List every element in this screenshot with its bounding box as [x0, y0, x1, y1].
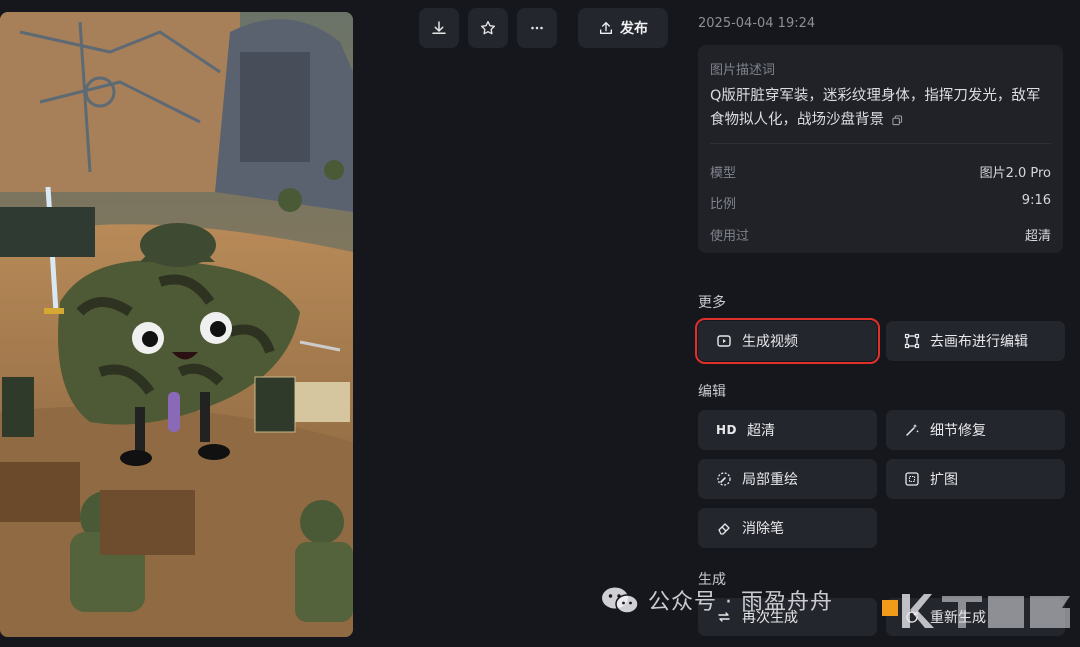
hd-icon: HD: [716, 423, 738, 437]
image-detail-view: 发布 2025-04-04 19:24 图片描述词 Q版肝脏穿军装，迷彩纹理身体…: [0, 0, 1080, 647]
download-icon: [432, 21, 446, 34]
card-divider: [710, 143, 1051, 144]
section-title-edit: 编辑: [698, 384, 726, 400]
description-text: Q版肝脏穿军装，迷彩纹理身体，指挥刀发光，敌军食物拟人化，战场沙盘背景: [710, 84, 1050, 132]
image-illustration: [0, 12, 353, 637]
meta-row-ratio: 比例 9:16: [710, 193, 1051, 212]
download-button[interactable]: [419, 8, 459, 48]
info-card: 图片描述词 Q版肝脏穿军装，迷彩纹理身体，指挥刀发光，敌军食物拟人化，战场沙盘背…: [698, 45, 1063, 253]
upscale-label: 超清: [747, 423, 776, 439]
edit-on-canvas-label: 去画布进行编辑: [930, 334, 1028, 350]
publish-button[interactable]: 发布: [578, 8, 668, 48]
generate-video-label: 生成视频: [742, 334, 798, 350]
image-toolbar: [419, 8, 557, 48]
more-button[interactable]: [517, 8, 557, 48]
detail-fix-button[interactable]: 细节修复: [886, 410, 1065, 450]
eraser-button[interactable]: 消除笔: [698, 508, 877, 548]
meta-value: 9:16: [1021, 193, 1051, 208]
expand-label: 扩图: [930, 472, 958, 488]
magic-wand-icon: [906, 424, 919, 436]
canvas-icon: [904, 333, 920, 349]
detail-fix-label: 细节修复: [930, 423, 986, 439]
upload-icon: [600, 22, 612, 34]
meta-row-model: 模型 图片2.0 Pro: [710, 162, 1051, 181]
video-icon: [717, 335, 731, 347]
brush-icon: [717, 472, 731, 486]
meta-value: 图片2.0 Pro: [979, 166, 1051, 181]
upscale-button[interactable]: HD 超清: [698, 410, 877, 450]
star-icon: [480, 20, 496, 35]
inpaint-label: 局部重绘: [742, 472, 798, 488]
brand-logo: [882, 594, 1070, 628]
generated-image[interactable]: [0, 12, 353, 637]
edit-on-canvas-button[interactable]: 去画布进行编辑: [886, 321, 1065, 361]
meta-key: 模型: [710, 166, 737, 181]
watermark-text: 公众号 · 雨盈舟舟: [648, 590, 833, 615]
meta-row-used: 使用过 超清: [710, 225, 1051, 244]
publish-label: 发布: [620, 21, 648, 37]
timestamp: 2025-04-04 19:24: [698, 16, 816, 31]
favorite-button[interactable]: [468, 8, 508, 48]
inpaint-button[interactable]: 局部重绘: [698, 459, 877, 499]
meta-key: 比例: [710, 197, 737, 212]
eraser-label: 消除笔: [742, 521, 784, 537]
meta-value: 超清: [1024, 229, 1051, 244]
expand-icon: [905, 472, 919, 486]
generate-video-button[interactable]: 生成视频: [695, 318, 880, 364]
meta-key: 使用过: [710, 229, 750, 244]
copy-icon[interactable]: [892, 114, 903, 126]
wechat-icon: [602, 587, 639, 614]
expand-button[interactable]: 扩图: [886, 459, 1065, 499]
section-title-more: 更多: [698, 295, 726, 311]
more-icon: [531, 26, 543, 30]
watermark: 公众号 · 雨盈舟舟: [600, 584, 833, 616]
description-label: 图片描述词: [710, 63, 776, 78]
eraser-icon: [718, 523, 730, 535]
description-content: Q版肝脏穿军装，迷彩纹理身体，指挥刀发光，敌军食物拟人化，战场沙盘背景: [710, 88, 1041, 128]
